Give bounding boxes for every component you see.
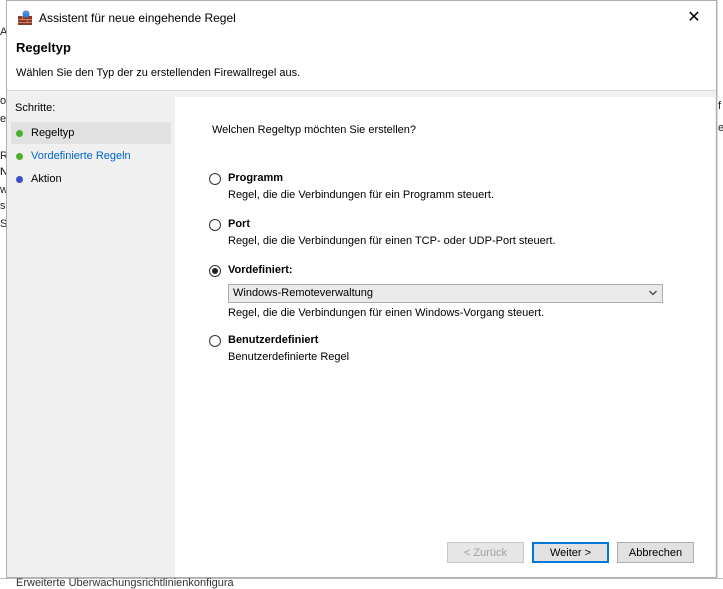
option-description: Regel, die die Verbindungen für ein Prog…	[228, 189, 494, 201]
close-button[interactable]: ✕	[672, 1, 716, 34]
bg-fragment: e	[718, 122, 723, 134]
option-label[interactable]: Programm	[228, 172, 283, 184]
chevron-down-icon	[649, 290, 657, 296]
background-window-right: f e	[717, 0, 723, 588]
step-status-dot	[16, 130, 23, 137]
page-title: Regeltyp	[16, 40, 71, 55]
rule-type-question: Welchen Regeltyp möchten Sie erstellen?	[212, 124, 417, 136]
step-status-dot	[16, 176, 23, 183]
step-regeltyp[interactable]: Regeltyp	[11, 122, 171, 144]
predefined-rule-dropdown[interactable]: Windows-Remoteverwaltung	[228, 284, 663, 303]
option-description: Regel, die die Verbindungen für einen TC…	[228, 235, 556, 247]
step-status-dot	[16, 153, 23, 160]
radio-programm[interactable]	[209, 173, 221, 185]
bg-bottom-text: Erweiterte Überwachungsrichtlinienkonfig…	[16, 577, 234, 589]
steps-sidebar: Schritte: Regeltyp Vordefinierte Regeln …	[7, 97, 175, 577]
option-label[interactable]: Vordefiniert:	[228, 264, 293, 276]
step-label: Regeltyp	[31, 127, 75, 139]
option-description: Benutzerdefinierte Regel	[228, 351, 350, 363]
main-panel: Welchen Regeltyp möchten Sie erstellen? …	[175, 97, 715, 577]
radio-benutzerdefiniert[interactable]	[209, 335, 221, 347]
step-label: Vordefinierte Regeln	[31, 150, 131, 162]
option-label[interactable]: Port	[228, 218, 250, 230]
radio-port[interactable]	[209, 219, 221, 231]
background-window-bottom: Erweiterte Überwachungsrichtlinienkonfig…	[0, 577, 723, 589]
close-icon: ✕	[687, 9, 701, 26]
wizard-dialog: Assistent für neue eingehende Regel ✕ Re…	[6, 0, 717, 578]
title-bar[interactable]: Assistent für neue eingehende Regel ✕	[7, 1, 716, 34]
wizard-header: Regeltyp Wählen Sie den Typ der zu erste…	[7, 34, 716, 91]
option-label[interactable]: Benutzerdefiniert	[228, 334, 318, 346]
radio-vordefiniert[interactable]	[209, 265, 221, 277]
dropdown-value: Windows-Remoteverwaltung	[233, 287, 373, 299]
cancel-button[interactable]: Abbrechen	[617, 542, 694, 563]
option-description: Regel, die die Verbindungen für einen Wi…	[228, 307, 545, 319]
step-aktion[interactable]: Aktion	[11, 168, 171, 190]
step-label: Aktion	[31, 173, 62, 185]
back-button[interactable]: < Zurück	[447, 542, 524, 563]
page-subtitle: Wählen Sie den Typ der zu erstellenden F…	[16, 67, 301, 79]
steps-heading: Schritte:	[15, 102, 56, 114]
window-title: Assistent für neue eingehende Regel	[39, 11, 236, 25]
firewall-wizard-icon	[18, 10, 32, 25]
next-button[interactable]: Weiter >	[532, 542, 609, 563]
bg-fragment: f	[718, 100, 722, 112]
step-vordefinierte-regeln[interactable]: Vordefinierte Regeln	[11, 145, 171, 167]
